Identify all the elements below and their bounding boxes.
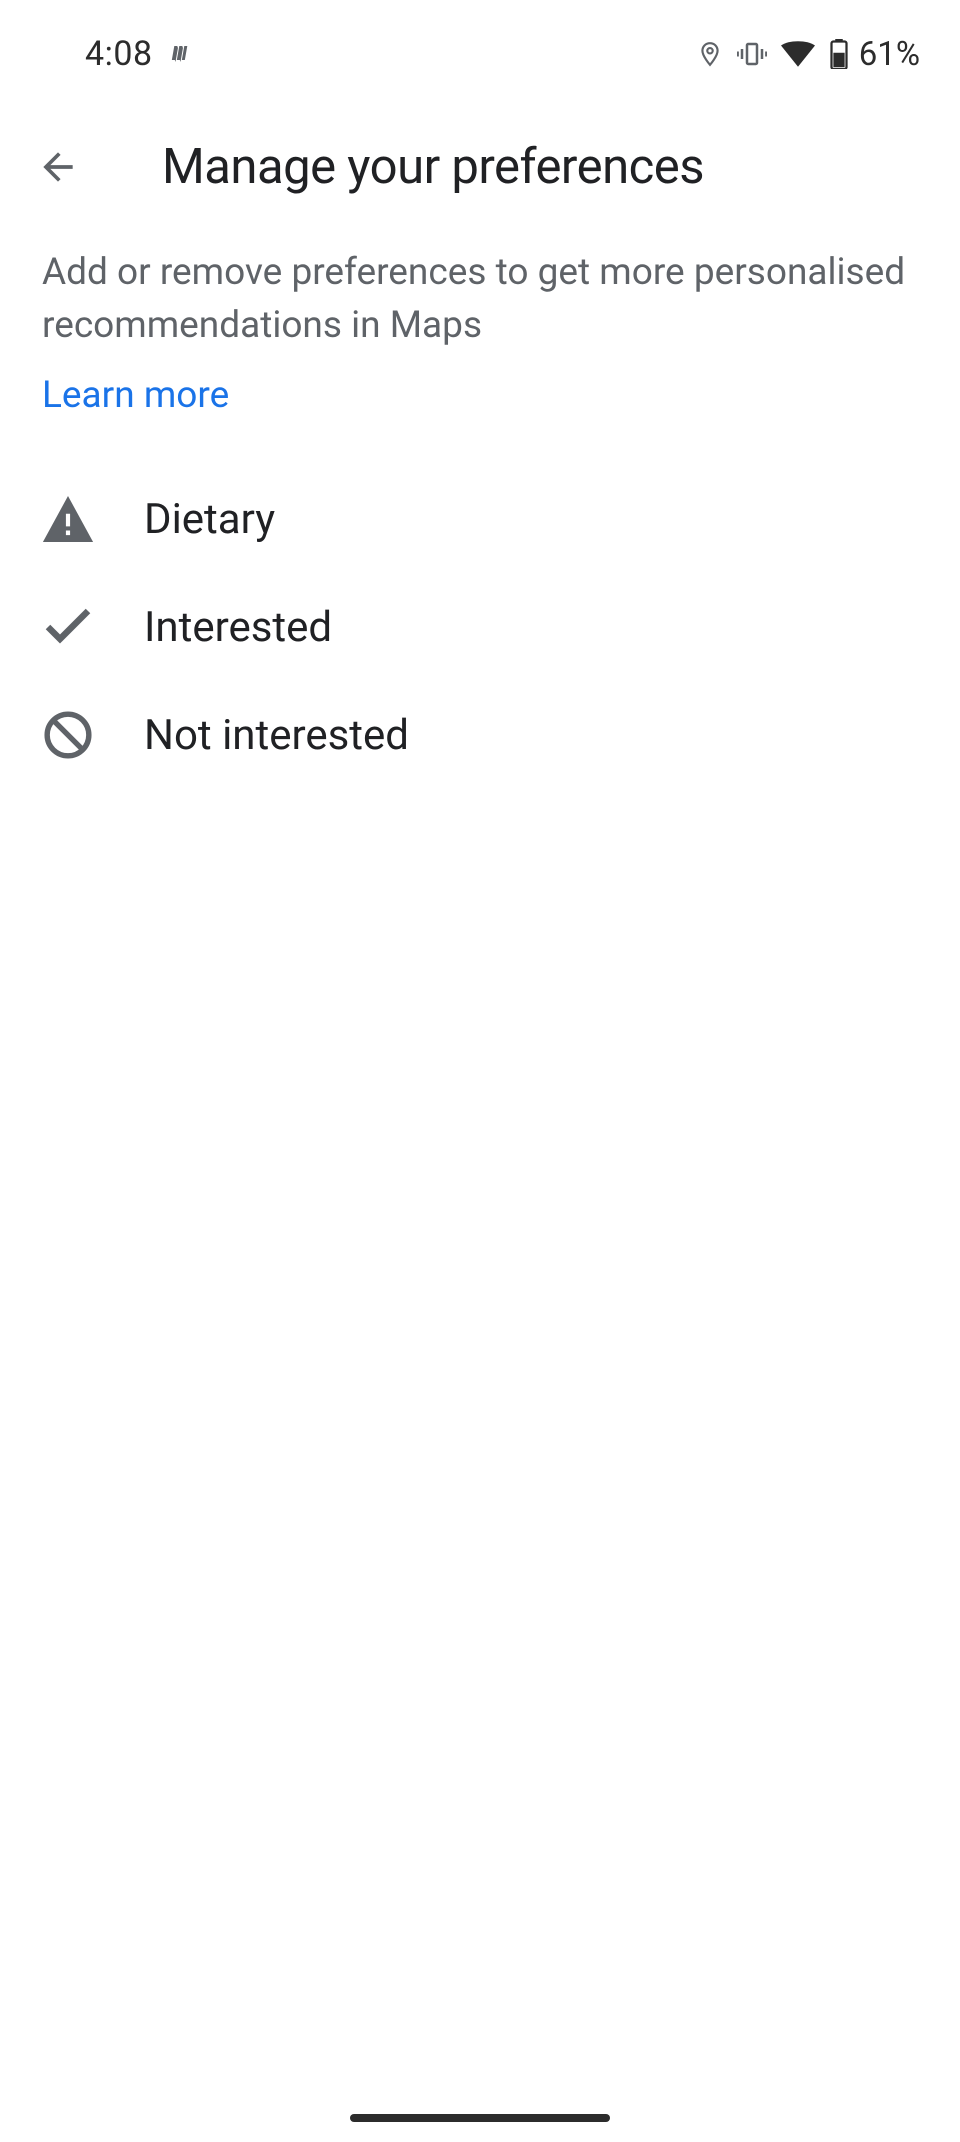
back-button[interactable]: [34, 143, 82, 191]
arrow-left-icon: [36, 145, 80, 189]
battery-icon: [829, 39, 849, 69]
preference-label: Not interested: [144, 711, 409, 760]
page-title: Manage your preferences: [162, 138, 704, 195]
preference-label: Interested: [144, 603, 332, 652]
app-header: Manage your preferences: [0, 90, 960, 247]
status-time: 4:08: [85, 34, 153, 74]
description-block: Add or remove preferences to get more pe…: [0, 247, 960, 417]
warning-icon: [40, 491, 96, 547]
notification-icon: [171, 42, 195, 66]
battery-percentage: 61%: [859, 35, 920, 74]
status-left: 4:08: [85, 34, 195, 74]
preference-interested[interactable]: Interested: [40, 573, 920, 681]
preference-label: Dietary: [144, 495, 275, 544]
preferences-list: Dietary Interested Not interested: [0, 417, 960, 789]
location-icon: [697, 39, 723, 69]
navigation-handle[interactable]: [350, 2114, 610, 2122]
learn-more-link[interactable]: Learn more: [42, 374, 229, 417]
vibrate-icon: [737, 41, 767, 67]
wifi-icon: [781, 41, 815, 67]
block-icon: [40, 707, 96, 763]
check-icon: [40, 599, 96, 655]
status-right: 61%: [697, 35, 920, 74]
status-bar: 4:08: [0, 0, 960, 90]
preference-dietary[interactable]: Dietary: [40, 465, 920, 573]
preference-not-interested[interactable]: Not interested: [40, 681, 920, 789]
description-text: Add or remove preferences to get more pe…: [42, 247, 918, 352]
